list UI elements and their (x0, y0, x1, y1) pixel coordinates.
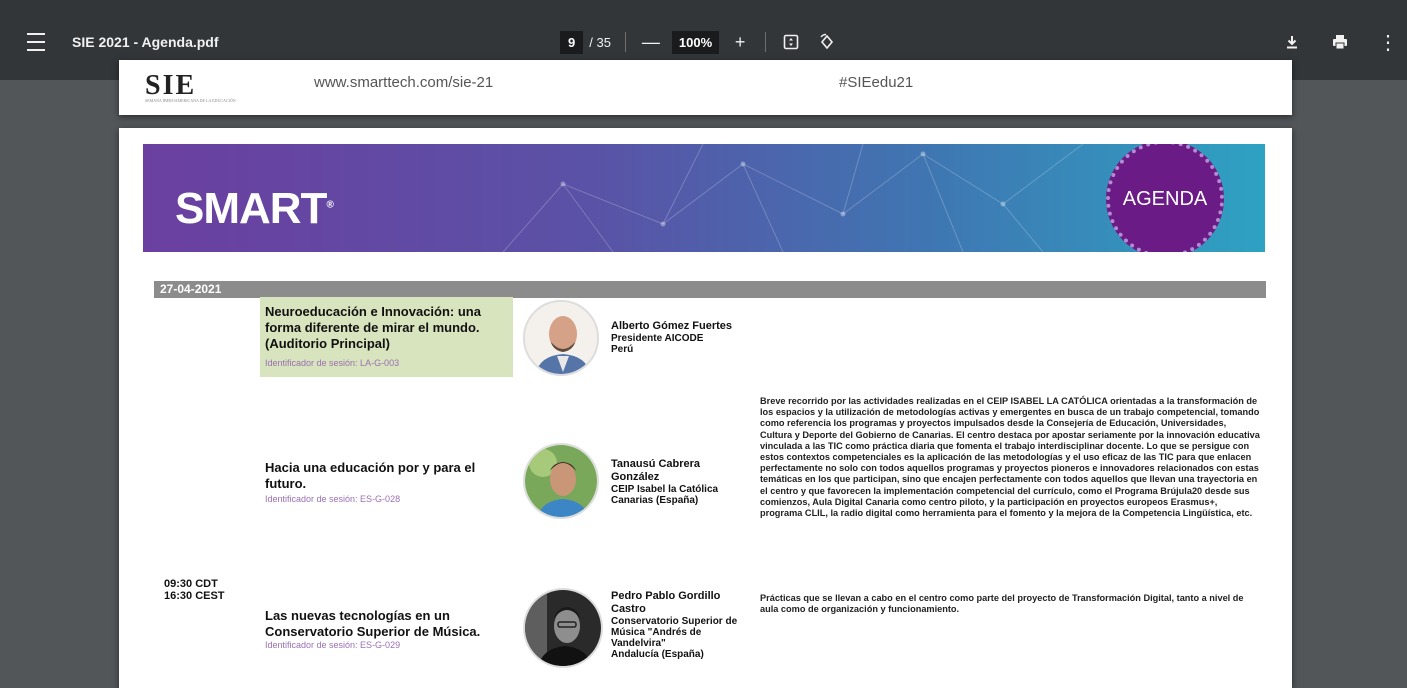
pdf-page-8: SIE SEMANA IBEROAMERICANA DE LA EDUCACIÓN… (119, 60, 1292, 115)
time-cdt: 09:30 CDT (164, 578, 218, 590)
speaker-info: Alberto Gómez Fuertes Presidente AICODE … (611, 320, 761, 355)
session-time: 09:30 CDT 16:30 CEST (164, 578, 225, 602)
session-title: Neuroeducación e Innovación: una forma d… (265, 304, 481, 351)
footer-hashtag: #SIEedu21 (839, 74, 914, 91)
session-id: Identificador de sesión: LA-G-003 (265, 358, 400, 368)
fit-page-icon[interactable] (780, 34, 802, 50)
divider (765, 32, 767, 52)
sie-logo: SIE SEMANA IBEROAMERICANA DE LA EDUCACIÓN (145, 70, 236, 103)
speaker-info: Pedro Pablo Gordillo Castro Conservatori… (611, 590, 746, 660)
agenda-banner: SMART® AGENDA (143, 144, 1265, 252)
menu-icon[interactable] (24, 26, 48, 58)
session-description: Breve recorrido por las actividades real… (760, 396, 1260, 519)
speaker-role: Presidente AICODE (611, 333, 704, 344)
zoom-out-icon[interactable]: — (640, 32, 662, 53)
footer-url: www.smarttech.com/sie-21 (314, 74, 494, 91)
speaker-place: Perú (611, 344, 634, 355)
more-icon[interactable]: ⋮ (1377, 30, 1399, 55)
zoom-input[interactable]: 100% (671, 30, 720, 54)
print-icon[interactable] (1329, 33, 1351, 51)
session-id: Identificador de sesión: ES-G-028 (265, 494, 401, 504)
time-cest: 16:30 CEST (164, 590, 225, 602)
page-number-input[interactable]: 9 (560, 30, 584, 54)
date-bar: 27-04-2021 (154, 281, 1266, 298)
toolbar-actions: ⋮ (1255, 26, 1399, 58)
zoom-in-icon[interactable]: + (729, 32, 751, 53)
smart-logo: SMART® (175, 184, 334, 233)
document-title: SIE 2021 - Agenda.pdf (72, 34, 219, 50)
speaker-name: Alberto Gómez Fuertes (611, 320, 733, 332)
speaker-role: CEIP Isabel la Católica (611, 484, 719, 495)
session-title: Hacia una educación por y para el futuro… (265, 460, 476, 491)
download-icon[interactable] (1281, 34, 1303, 50)
session-title: Las nuevas tecnologías en un Conservator… (265, 608, 481, 639)
speaker-name: Pedro Pablo Gordillo Castro (611, 590, 721, 615)
speaker-avatar (523, 588, 603, 668)
speaker-avatar (523, 300, 599, 376)
agenda-badge: AGENDA (1106, 144, 1224, 252)
pdf-page-9: SMART® AGENDA 27-04-2021 Neuroeducación … (119, 128, 1292, 688)
speaker-name: Tanausú Cabrera González (611, 458, 701, 483)
page-navigation: 9 / 35 — 100% + (560, 26, 838, 58)
page-total: / 35 (589, 34, 611, 50)
speaker-avatar (523, 443, 599, 519)
session-date: 27-04-2021 (160, 282, 222, 296)
rotate-icon[interactable] (816, 33, 838, 51)
speaker-place: Canarias (España) (611, 495, 699, 506)
session-id: Identificador de sesión: ES-G-029 (265, 640, 401, 650)
session-description: Prácticas que se llevan a cabo en el cen… (760, 593, 1244, 615)
speaker-place: Andalucía (España) (611, 649, 704, 660)
speaker-info: Tanausú Cabrera González CEIP Isabel la … (611, 458, 736, 506)
divider (624, 32, 626, 52)
speaker-role: Conservatorio Superior de Música "Andrés… (611, 616, 738, 649)
